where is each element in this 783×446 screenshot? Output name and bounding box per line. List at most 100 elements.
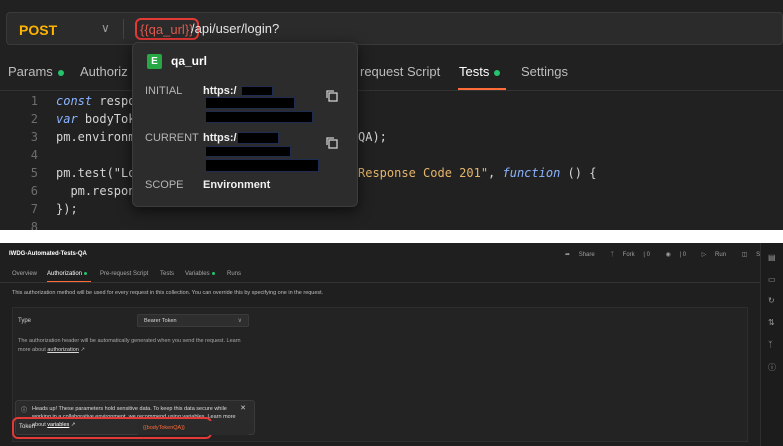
auth-type-select[interactable]: Bearer Token ∨ (137, 314, 249, 327)
code-keyword: var (56, 112, 78, 126)
code-keyword: function (502, 166, 561, 180)
line-number: 8 (30, 220, 38, 230)
active-tab-indicator (47, 281, 91, 282)
code-content: respo (92, 94, 136, 108)
active-tab-indicator (458, 88, 506, 90)
external-link-icon: ↗ (78, 347, 85, 353)
url-path[interactable]: /api/user/login? (191, 21, 279, 36)
code-string: Response Code 201" (358, 166, 489, 180)
share-button[interactable]: ➦ Share (565, 252, 602, 258)
code-punct: , (488, 166, 503, 180)
variable-popover: E qa_url INITIAL https:/ CURRENT https:/… (132, 42, 358, 207)
code-content: }); (56, 202, 78, 216)
tab-settings[interactable]: Settings (521, 64, 568, 79)
tab-runs[interactable]: Runs (227, 271, 241, 277)
chevron-down-icon[interactable]: ∨ (101, 21, 110, 35)
pull-request-icon[interactable]: ⇅ (768, 318, 775, 327)
scope-value: Environment (203, 179, 271, 191)
code-line: 4 (0, 148, 783, 166)
current-value[interactable]: https:/ (203, 132, 237, 144)
eye-icon: ◉ (665, 252, 673, 258)
token-label: Token (19, 424, 36, 430)
scope-label: SCOPE (145, 179, 184, 191)
tab-tests[interactable]: Tests (160, 271, 174, 277)
tab-overview[interactable]: Overview (12, 271, 37, 277)
fork-button[interactable]: ᛉ Fork | 0 (610, 252, 657, 258)
redaction-block (205, 111, 313, 123)
tab-params[interactable]: Params (8, 64, 64, 79)
collection-actions: ➦ Share ᛉ Fork | 0 ◉ | 0 ▷ Run ◫ Save ••… (565, 251, 783, 258)
status-dot (494, 69, 501, 76)
info-icon[interactable]: ⓘ (768, 362, 776, 373)
tab-variables[interactable]: Variables (185, 271, 215, 277)
tab-pre-request-script[interactable]: Pre-request Script (100, 271, 148, 277)
code-keyword: const (56, 94, 93, 108)
collection-tabs: Overview Authorization Pre-request Scrip… (0, 267, 760, 283)
code-text: const respo (56, 94, 135, 108)
authorization-link[interactable]: authorization (47, 347, 79, 353)
line-number: 1 (30, 94, 38, 108)
tab-label: Variables (185, 271, 210, 277)
code-content-visible-right: Response Code 201", function () { (358, 166, 596, 180)
request-editor-panel: POST ∨ {{qa_url}} /api/user/login? Param… (0, 0, 783, 230)
tab-tests[interactable]: Tests (459, 64, 501, 79)
auth-type-value: Bearer Token (144, 318, 177, 324)
code-content: bodyTok (77, 112, 136, 126)
tab-pre-request-script[interactable]: request Script (360, 64, 440, 79)
code-line: 8 (0, 220, 783, 230)
watch-button[interactable]: ◉ | 0 (666, 252, 693, 258)
line-number: 2 (30, 112, 38, 126)
type-label: Type (18, 318, 32, 324)
history-icon[interactable]: ↻ (768, 296, 775, 305)
initial-value[interactable]: https:/ (203, 85, 237, 97)
method-selector[interactable]: POST (19, 22, 57, 38)
fork-icon: ᛉ (610, 252, 616, 258)
code-content: pm.test("Lo (56, 166, 136, 180)
environment-badge-icon: E (147, 54, 162, 69)
info-icon: ⓘ (21, 408, 28, 414)
tab-label: Params (8, 64, 53, 79)
chevron-down-icon: ∨ (237, 318, 242, 324)
line-number: 7 (30, 202, 38, 216)
watch-count: 0 (682, 252, 687, 258)
play-icon: ▷ (701, 252, 709, 258)
run-button[interactable]: ▷ Run (702, 252, 733, 258)
url-bar[interactable]: POST ∨ {{qa_url}} /api/user/login? (6, 12, 783, 45)
tab-label: Tests (459, 64, 490, 79)
fork-icon[interactable]: ᛉ (768, 340, 773, 349)
code-content: pm.respon (56, 184, 136, 198)
line-number: 3 (30, 130, 38, 144)
documentation-icon[interactable]: ▤ (768, 253, 776, 262)
token-input[interactable]: {{bodyTokenQA}} (137, 421, 249, 435)
url-variable-highlight[interactable]: {{qa_url}} (135, 18, 199, 40)
auth-description: This authorization method will be used f… (12, 290, 324, 296)
redaction-block (237, 132, 279, 144)
auth-help-text: The authorization header will be automat… (18, 337, 248, 355)
comments-icon[interactable]: ▭ (768, 275, 776, 284)
code-text: var bodyTok (56, 112, 135, 126)
fork-count: 0 (646, 252, 650, 258)
initial-label: INITIAL (145, 85, 183, 97)
code-line: 1 const respo (0, 94, 783, 112)
divider (123, 19, 124, 39)
code-line: 7 }); (0, 202, 783, 220)
save-icon: ◫ (741, 252, 750, 258)
code-content: () { (560, 166, 597, 180)
screenshot-separator (0, 230, 783, 243)
status-dot (84, 271, 88, 275)
line-number: 6 (30, 184, 38, 198)
copy-icon[interactable] (325, 136, 339, 150)
share-icon: ➦ (565, 252, 572, 258)
code-line: 5 pm.test("Lo Response Code 201", functi… (0, 166, 783, 184)
code-line: 3 pm.environm QA); (0, 130, 783, 148)
tab-authorization[interactable]: Authorization (47, 271, 88, 277)
line-number: 5 (30, 166, 38, 180)
share-label: Share (578, 252, 595, 258)
collection-title[interactable]: IWDG-Automated-Tests-QA (9, 251, 87, 257)
redaction-block (205, 159, 319, 172)
collection-settings-panel: IWDG-Automated-Tests-QA ➦ Share ᛉ Fork |… (0, 243, 783, 446)
tab-authorization[interactable]: Authoriz (80, 64, 128, 79)
close-icon[interactable]: ✕ (240, 404, 246, 412)
copy-icon[interactable] (325, 89, 339, 103)
code-line: 2 var bodyTok (0, 112, 783, 130)
